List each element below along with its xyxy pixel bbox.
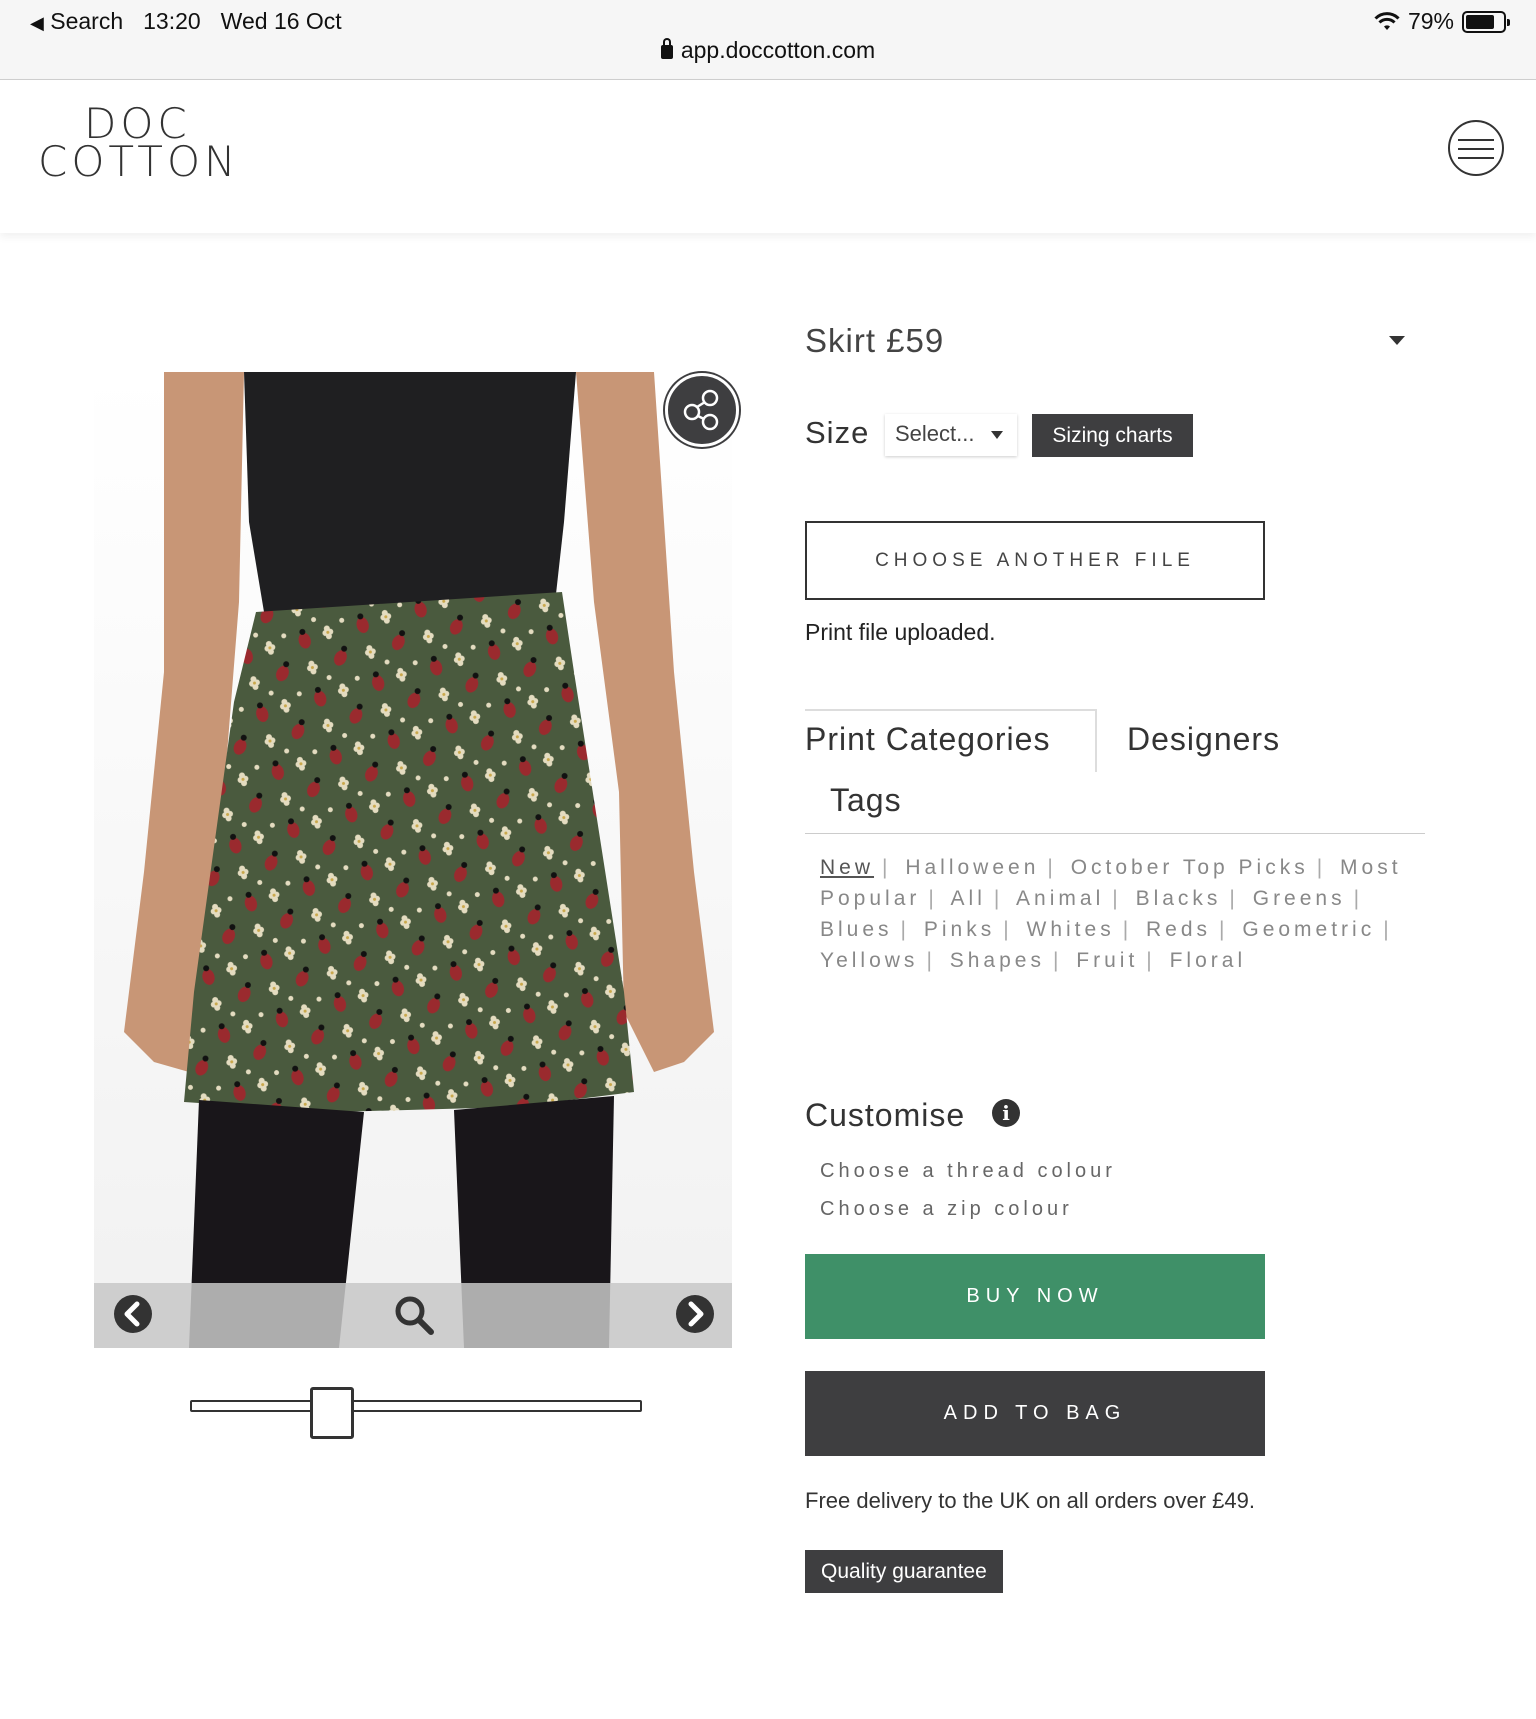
quality-guarantee-button[interactable]: Quality guarantee [805, 1550, 1003, 1593]
category-link-greens[interactable]: Greens [1253, 887, 1346, 910]
size-select[interactable]: Select... [885, 414, 1017, 456]
zoom-slider-track[interactable] [190, 1400, 642, 1412]
tab-tags[interactable]: Tags [830, 782, 902, 819]
category-links: New | Halloween | October Top Picks | Most … [820, 852, 1430, 976]
url-text: app.doccotton.com [680, 37, 876, 63]
product-image [94, 372, 732, 1348]
lock-icon [660, 38, 673, 59]
status-date: Wed 16 Oct [220, 8, 342, 34]
category-separator: | [882, 856, 888, 879]
skirt-model-image [94, 372, 732, 1348]
site-header: DOC COTTON [0, 80, 1536, 233]
status-time: 13:20 [143, 8, 201, 34]
category-separator: | [1353, 887, 1360, 910]
caret-down-icon [1389, 336, 1405, 345]
address-bar[interactable]: app.doccotton.com [0, 37, 1536, 64]
category-link-animal[interactable]: Animal [1016, 887, 1104, 910]
back-label: Search [50, 8, 124, 34]
category-separator: | [1122, 918, 1129, 941]
category-link-new[interactable]: New [820, 856, 874, 879]
delivery-note: Free delivery to the UK on all orders ov… [805, 1488, 1256, 1513]
back-to-search-link[interactable]: ◀ Search [30, 8, 123, 35]
size-label: Size [805, 415, 870, 450]
category-separator: | [1383, 918, 1389, 941]
share-button[interactable] [665, 373, 739, 447]
category-separator: | [926, 949, 932, 972]
upload-status: Print file uploaded. [805, 619, 996, 645]
category-separator: | [1112, 887, 1118, 910]
battery-icon [1462, 10, 1510, 33]
previous-image-button[interactable] [112, 1293, 154, 1335]
category-separator: | [1047, 856, 1053, 879]
category-link-shapes[interactable]: Shapes [950, 949, 1045, 972]
choose-another-file-button[interactable]: CHOOSE ANOTHER FILE [805, 521, 1265, 600]
wifi-icon [1374, 11, 1400, 30]
category-separator: | [1229, 887, 1235, 910]
category-link-pinks[interactable]: Pinks [924, 918, 995, 941]
category-link-reds[interactable]: Reds [1146, 918, 1211, 941]
buy-now-button[interactable]: BUY NOW [805, 1254, 1265, 1339]
zoom-icon[interactable] [392, 1293, 436, 1337]
status-bar: ◀ Search 13:20 Wed 16 Oct app.doccotton.… [0, 0, 1536, 80]
category-separator: | [1146, 949, 1152, 972]
size-select-value: Select... [895, 421, 975, 446]
tab-print-categories[interactable]: Print Categories [805, 721, 1050, 758]
doc-cotton-logo[interactable]: DOC COTTON [38, 103, 240, 186]
category-link-yellows[interactable]: Yellows [820, 949, 918, 972]
category-link-geometric[interactable]: Geometric [1242, 918, 1375, 941]
product-name-price: Skirt £59 [805, 322, 945, 359]
category-link-halloween[interactable]: Halloween [905, 856, 1039, 879]
share-icon [683, 389, 719, 431]
battery-percent: 79% [1407, 8, 1454, 34]
logo-line-2: COTTON [38, 137, 240, 186]
category-separator: | [1316, 856, 1323, 879]
product-type-select[interactable]: Skirt £59 [805, 322, 1423, 360]
image-controls [94, 1283, 732, 1348]
sizing-charts-button[interactable]: Sizing charts [1032, 414, 1193, 457]
category-separator: | [900, 918, 906, 941]
print-tabs: Print Categories Designers Tags [805, 709, 1425, 834]
add-to-bag-button[interactable]: ADD TO BAG [805, 1371, 1265, 1456]
category-separator: | [993, 887, 1000, 910]
category-link-blacks[interactable]: Blacks [1136, 887, 1222, 910]
category-link-fruit[interactable]: Fruit [1076, 949, 1138, 972]
thread-colour-option[interactable]: Choose a thread colour [820, 1160, 1116, 1183]
category-link-whites[interactable]: Whites [1027, 918, 1115, 941]
caret-down-icon [991, 431, 1003, 439]
category-link-floral[interactable]: Floral [1170, 949, 1247, 972]
customise-title: Customise [805, 1097, 966, 1133]
tab-designers[interactable]: Designers [1127, 721, 1280, 758]
hamburger-menu-button[interactable] [1448, 120, 1504, 176]
category-link-all[interactable]: All [951, 887, 986, 910]
info-icon[interactable]: i [992, 1099, 1020, 1127]
zip-colour-option[interactable]: Choose a zip colour [820, 1198, 1073, 1221]
zoom-slider-handle[interactable] [310, 1387, 354, 1439]
category-separator: | [928, 887, 934, 910]
category-link-blues[interactable]: Blues [820, 918, 893, 941]
category-separator: | [1003, 918, 1009, 941]
category-link-october-top-picks[interactable]: October Top Picks [1071, 856, 1309, 879]
category-separator: | [1052, 949, 1059, 972]
next-image-button[interactable] [674, 1293, 716, 1335]
category-separator: | [1219, 918, 1225, 941]
back-arrow-icon: ◀ [30, 13, 44, 33]
